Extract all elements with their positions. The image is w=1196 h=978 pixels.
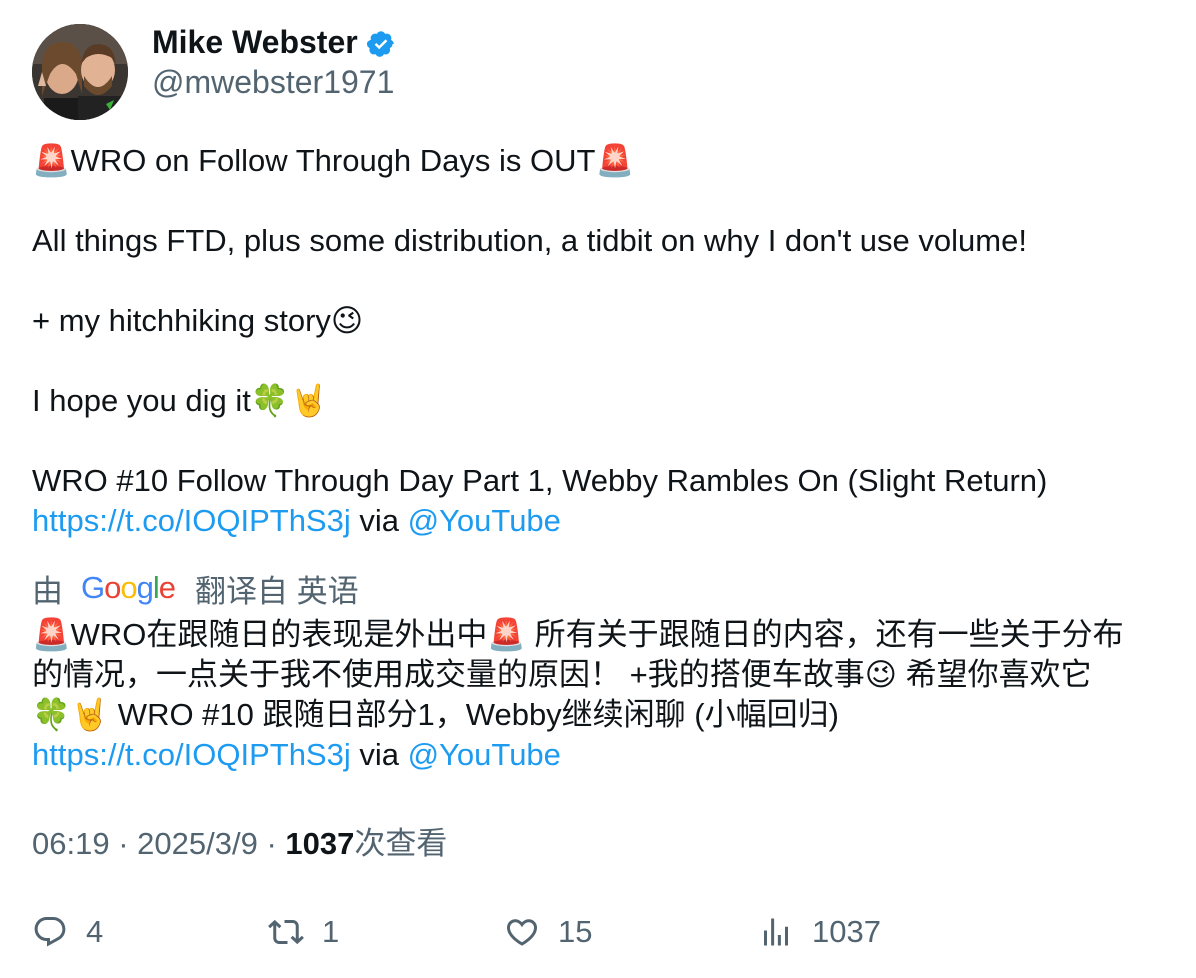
like-button[interactable]: 15: [504, 910, 592, 954]
verified-badge-icon: [366, 31, 394, 57]
tweet-text: 🚨WRO on Follow Through Days is OUT🚨 All …: [32, 141, 1172, 541]
translated-via-text: via: [359, 737, 399, 772]
like-count: 15: [558, 914, 593, 949]
siren-emoji: 🚨: [32, 143, 71, 179]
tweet: Mike Webster @mwebster1971 🚨WRO on Follo…: [0, 0, 1196, 978]
tweet-time[interactable]: 06:19: [32, 826, 110, 861]
retweet-count: 1: [322, 914, 340, 949]
author-name-text[interactable]: Mike Webster: [152, 22, 358, 62]
translated-line-1: 🚨WRO在跟随日的表现是外出中🚨 所有关于跟随日的内容，还有一些关于分布: [32, 617, 1124, 652]
reply-button[interactable]: 4: [32, 910, 103, 954]
avatar-photo: [32, 24, 128, 120]
reply-count: 4: [86, 914, 104, 949]
tweet-line-3-text: + my hitchhiking story: [32, 303, 331, 338]
translation-prefix: 由: [32, 573, 63, 609]
heart-icon: [506, 919, 538, 946]
siren-emoji: 🚨: [595, 143, 635, 179]
translated-link-line: https://t.co/IOQIPThS3j via @YouTube: [32, 735, 1172, 775]
view-count: 1037: [285, 826, 355, 861]
via-text: via: [359, 503, 399, 538]
translation-suffix: 翻译自 英语: [195, 573, 359, 609]
avatar[interactable]: [32, 24, 128, 120]
tweet-line-4: I hope you dig it🍀🤘: [32, 381, 1172, 421]
google-logo: Google: [81, 570, 176, 605]
tweet-line-5: WRO #10 Follow Through Day Part 1, Webby…: [32, 463, 1048, 498]
tweet-line-4-text: I hope you dig it: [32, 383, 251, 418]
author-name[interactable]: Mike Webster: [152, 22, 396, 62]
youtube-mention[interactable]: @YouTube: [408, 503, 561, 538]
translated-text: 🚨WRO在跟随日的表现是外出中🚨 所有关于跟随日的内容，还有一些关于分布 的情况…: [32, 615, 1172, 775]
analytics-icon: [764, 918, 788, 946]
translated-line-3: 🍀🤘 WRO #10 跟随日部分1，Webby继续闲聊 (小幅回归): [32, 697, 839, 732]
author-handle[interactable]: @mwebster1971: [152, 62, 394, 102]
reply-icon: [34, 917, 66, 947]
tweet-date[interactable]: 2025/3/9: [137, 826, 258, 861]
views-count: 1037: [812, 914, 881, 949]
wink-emoji: 😉: [330, 303, 364, 339]
tweet-meta: 06:19 · 2025/3/9 · 1037次查看: [32, 826, 448, 861]
tweet-line-1-text: WRO on Follow Through Days is OUT: [70, 143, 596, 178]
retweet-icon: [268, 919, 304, 945]
tweet-link-line: https://t.co/IOQIPThS3j via @YouTube: [32, 501, 1172, 541]
view-count-label: 次查看: [354, 826, 448, 861]
views-button[interactable]: 1037: [758, 910, 881, 954]
translated-link[interactable]: https://t.co/IOQIPThS3j: [32, 737, 351, 772]
tweet-link[interactable]: https://t.co/IOQIPThS3j: [32, 503, 351, 538]
tweet-actions: 4 1 15 1037: [32, 910, 1164, 954]
retweet-button[interactable]: 1: [268, 910, 339, 954]
translated-line-2: 的情况，一点关于我不使用成交量的原因！ +我的搭便车故事😉 希望你喜欢它: [32, 657, 1092, 692]
tweet-line-1: 🚨WRO on Follow Through Days is OUT🚨: [32, 141, 1172, 181]
tweet-line-2: All things FTD, plus some distribution, …: [32, 223, 1027, 258]
tweet-line-3: + my hitchhiking story😉: [32, 301, 1172, 341]
translated-youtube-mention[interactable]: @YouTube: [408, 737, 561, 772]
clover-rock-emoji: 🍀🤘: [250, 383, 329, 419]
translation-attribution: 由 Google 翻译自 英语: [32, 566, 359, 610]
